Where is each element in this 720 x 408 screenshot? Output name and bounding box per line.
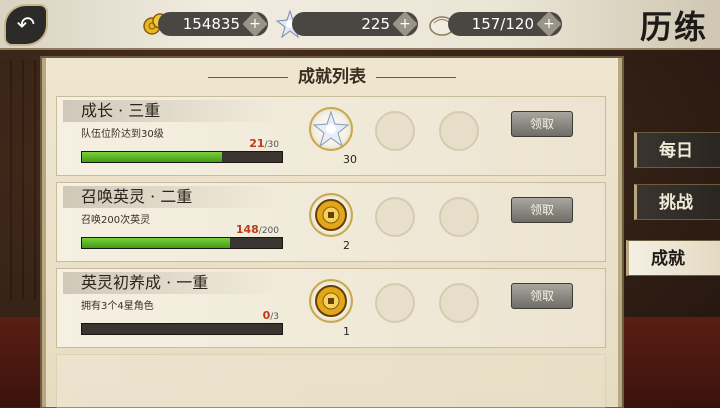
empty-reward-slot [375, 111, 415, 151]
progress-bar [81, 237, 283, 249]
stamina-counter: 157/120 + [448, 11, 562, 37]
achievement-card: 英灵初养成 · 一重 拥有3个4星角色 0/3 1 领取 [56, 268, 606, 348]
progress-text: 0/3 [217, 309, 279, 322]
achievement-card: 召唤英灵 · 二重 召唤200次英灵 148/200 2 领取 [56, 182, 606, 262]
add-crystal-button[interactable]: + [392, 11, 418, 37]
gold-value: 154835 [182, 15, 240, 33]
gold-counter: 154835 + [158, 11, 268, 37]
top-bar: ↶ 154835 + 225 + 157/120 + 历练 [0, 0, 720, 50]
progress-total: /30 [264, 140, 279, 150]
crystal-icon[interactable] [309, 107, 353, 151]
page-title: 历练 [639, 8, 708, 46]
achievement-name: 成长 · 三重 [63, 100, 281, 122]
claim-button[interactable]: 领取 [511, 197, 573, 223]
crystal-value: 225 [361, 15, 390, 33]
progress-fill [82, 152, 222, 162]
plus-icon: + [399, 16, 411, 32]
progress-total: /200 [258, 226, 279, 236]
panel-title: 成就列表 [46, 62, 618, 87]
progress-value: 21 [249, 137, 265, 150]
claim-button[interactable]: 领取 [511, 111, 573, 137]
crystal-counter: 225 + [292, 11, 418, 37]
progress-text: 148/200 [217, 223, 279, 236]
plus-icon: + [543, 16, 555, 32]
achievement-desc: 拥有3个4星角色 [81, 301, 154, 312]
add-stamina-button[interactable]: + [536, 11, 562, 37]
achievement-desc: 队伍位阶达到30级 [81, 129, 164, 140]
gold-coin-icon[interactable] [309, 193, 353, 237]
gold-coin-icon[interactable] [309, 279, 353, 323]
claim-button[interactable]: 领取 [511, 283, 573, 309]
reward-count: 1 [343, 325, 350, 338]
stamina-value: 157/120 [471, 15, 534, 33]
progress-bar [81, 323, 283, 335]
tab-challenge[interactable]: 挑战 [634, 184, 720, 220]
empty-reward-slot [375, 197, 415, 237]
empty-reward-slot [439, 283, 479, 323]
progress-value: 148 [235, 223, 259, 236]
plus-icon: + [249, 16, 261, 32]
reward-count: 30 [343, 153, 357, 166]
reward-count: 2 [343, 239, 350, 252]
back-arrow-icon: ↶ [16, 12, 36, 38]
add-gold-button[interactable]: + [242, 11, 268, 37]
progress-total: /3 [270, 312, 279, 322]
progress-fill [82, 238, 230, 248]
progress-text: 21/30 [217, 137, 279, 150]
achievement-name: 召唤英灵 · 二重 [63, 186, 281, 208]
empty-reward-slot [439, 111, 479, 151]
achievement-name: 英灵初养成 · 一重 [63, 272, 281, 294]
achievement-card: 成长 · 三重 队伍位阶达到30级 21/30 30 领取 [56, 96, 606, 176]
achievement-desc: 召唤200次英灵 [81, 215, 151, 226]
achievement-panel: 成就列表 成长 · 三重 队伍位阶达到30级 21/30 30 领取 召唤英灵 … [42, 58, 622, 408]
empty-reward-slot [439, 197, 479, 237]
progress-bar [81, 151, 283, 163]
back-button[interactable]: ↶ [4, 4, 48, 46]
empty-reward-slot [375, 283, 415, 323]
tab-daily[interactable]: 每日 [634, 132, 720, 168]
tab-achievement[interactable]: 成就 [626, 240, 720, 276]
achievement-card-partial [56, 354, 606, 408]
